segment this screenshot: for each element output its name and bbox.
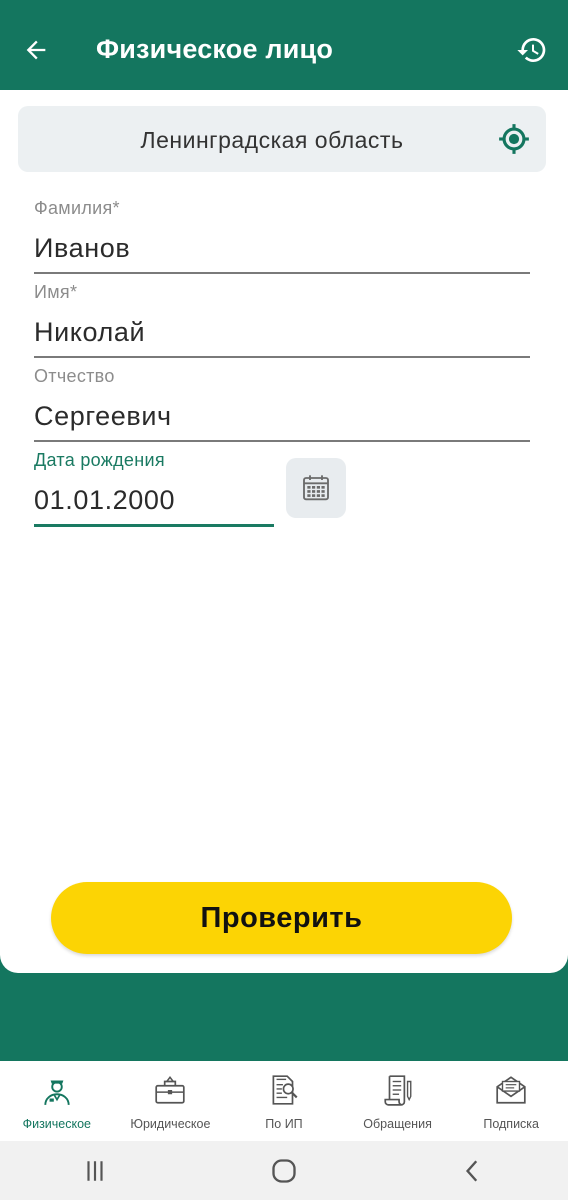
surname-field[interactable]: Фамилия* Иванов bbox=[34, 198, 530, 274]
name-field[interactable]: Имя* Николай bbox=[34, 282, 530, 358]
name-label: Имя* bbox=[34, 282, 78, 302]
briefcase-icon bbox=[151, 1071, 189, 1109]
surname-label: Фамилия* bbox=[34, 198, 120, 218]
check-button[interactable]: Проверить bbox=[51, 882, 512, 954]
birth-date-input[interactable]: 01.01.2000 bbox=[34, 485, 274, 516]
surname-underline bbox=[34, 272, 530, 274]
home-icon bbox=[272, 1158, 296, 1183]
form-card: Ленинградская область Фамилия* Иванов Им… bbox=[0, 90, 568, 973]
nav-item-legal[interactable]: Юридическое bbox=[114, 1061, 228, 1141]
home-button[interactable] bbox=[254, 1151, 314, 1191]
person-icon bbox=[38, 1071, 76, 1109]
system-navigation-bar bbox=[0, 1141, 568, 1200]
patronymic-input[interactable]: Сергеевич bbox=[34, 401, 530, 432]
page-title: Физическое лицо bbox=[96, 34, 334, 64]
chevron-left-icon bbox=[466, 1159, 478, 1182]
location-target-icon bbox=[499, 124, 529, 154]
nav-label-ip: По ИП bbox=[265, 1117, 303, 1131]
document-search-icon bbox=[265, 1071, 303, 1109]
patronymic-underline bbox=[34, 440, 530, 442]
history-icon bbox=[517, 38, 546, 62]
nav-label-individual: Физическое bbox=[22, 1117, 92, 1131]
name-underline bbox=[34, 356, 530, 358]
recent-apps-button[interactable] bbox=[65, 1151, 125, 1191]
patronymic-field[interactable]: Отчество Сергеевич bbox=[34, 366, 530, 442]
nav-label-requests: Обращения bbox=[363, 1117, 432, 1131]
patronymic-label: Отчество bbox=[34, 366, 115, 386]
surname-input[interactable]: Иванов bbox=[34, 233, 530, 264]
scroll-icon bbox=[379, 1071, 417, 1109]
name-input[interactable]: Николай bbox=[34, 317, 530, 348]
nav-item-ip[interactable]: По ИП bbox=[227, 1061, 341, 1141]
app-root: Физическое лицо Ленинградская область Фа… bbox=[0, 0, 568, 1200]
system-back-button[interactable] bbox=[443, 1151, 503, 1191]
birth-date-underline bbox=[34, 524, 274, 527]
region-selector[interactable]: Ленинградская область bbox=[18, 106, 546, 172]
birth-date-field[interactable]: Дата рождения 01.01.2000 bbox=[34, 450, 274, 527]
calendar-button[interactable] bbox=[286, 458, 346, 518]
arrow-left-icon bbox=[26, 40, 46, 60]
region-value: Ленинградская область bbox=[140, 127, 404, 153]
nav-label-subscription: Подписка bbox=[483, 1117, 539, 1131]
bottom-navigation: Физическое Юридическое По ИП Обращения П… bbox=[0, 1061, 568, 1141]
history-button[interactable] bbox=[510, 28, 554, 72]
back-button[interactable] bbox=[14, 28, 58, 72]
locate-button[interactable] bbox=[496, 121, 532, 157]
envelope-icon bbox=[492, 1071, 530, 1109]
app-header: Физическое лицо bbox=[0, 0, 568, 90]
nav-label-legal: Юридическое bbox=[130, 1117, 211, 1131]
nav-item-requests[interactable]: Обращения bbox=[341, 1061, 455, 1141]
recent-apps-icon bbox=[87, 1160, 103, 1181]
calendar-icon bbox=[303, 475, 329, 501]
nav-item-individual[interactable]: Физическое bbox=[0, 1061, 114, 1141]
birth-date-label: Дата рождения bbox=[34, 450, 165, 470]
nav-item-subscription[interactable]: Подписка bbox=[454, 1061, 568, 1141]
